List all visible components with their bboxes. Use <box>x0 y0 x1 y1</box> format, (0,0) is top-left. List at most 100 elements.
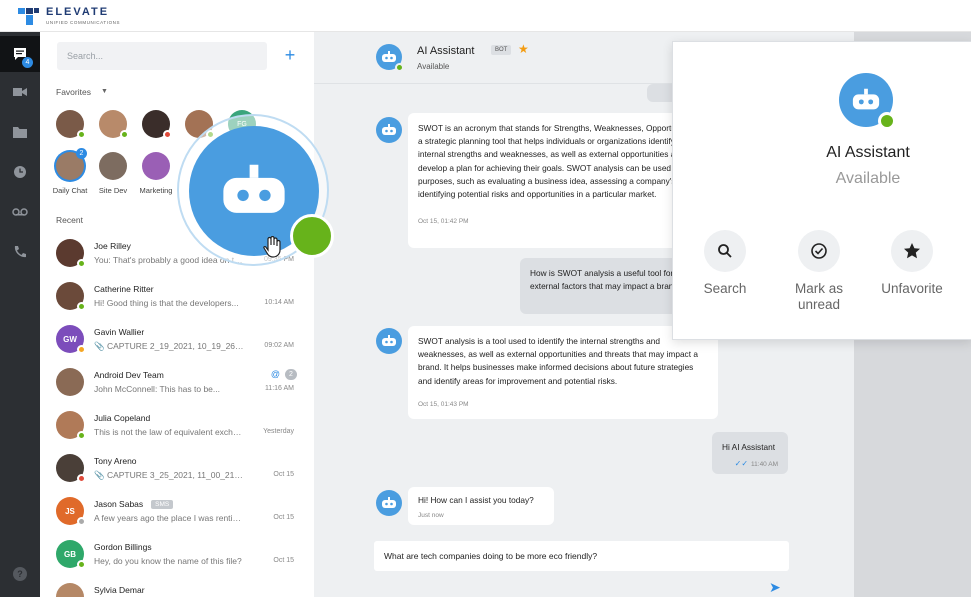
conversation-item[interactable]: JS Jason Sabas SMS A few years ago the pl… <box>40 490 314 533</box>
avatar-initials: GW <box>63 334 77 344</box>
conversation-item[interactable]: Tony Areno 📎 CAPTURE 3_25_2021, 11_00_21… <box>40 447 314 490</box>
status-indicator <box>77 517 86 526</box>
conversation-item[interactable]: Sylvia Demar <box>40 576 314 597</box>
recent-label: Recent <box>56 215 83 225</box>
conversation-preview: 📎 CAPTURE 2_19_2021, 10_19_26.png <box>94 341 244 352</box>
favorites-caret-icon[interactable]: ▼ <box>101 88 108 95</box>
unfavorite-action[interactable]: Unfavorite <box>867 230 957 297</box>
conversation-preview: This is not the law of equivalent exchan… <box>94 427 244 437</box>
send-icon[interactable]: ➤ <box>769 579 781 596</box>
conversation-name: Gavin Wallier <box>94 327 145 337</box>
folder-icon <box>13 127 27 138</box>
conversation-name: Jason Sabas SMS <box>94 499 174 509</box>
action-label: Mark as unread <box>794 281 843 312</box>
message-time: Oct 15, 01:43 PM <box>418 400 469 408</box>
conversation-item[interactable]: Android Dev Team John McConnell: This ha… <box>40 361 314 404</box>
conversation-item[interactable]: GB Gordon Billings Hey, do you know the … <box>40 533 314 576</box>
conversation-item[interactable]: GW Gavin Wallier 📎 CAPTURE 2_19_2021, 10… <box>40 318 314 361</box>
conversation-item[interactable]: Julia Copeland This is not the law of eq… <box>40 404 314 447</box>
avatar-initials: GB <box>64 549 76 559</box>
bot-avatar <box>376 117 402 143</box>
conversation-preview: 📎 CAPTURE 3_25_2021, 11_00_21.png <box>94 470 244 481</box>
card-status: Available <box>835 170 901 187</box>
search-action[interactable]: Search <box>680 230 770 297</box>
conversation-name: Android Dev Team <box>94 370 164 380</box>
brand-subtitle: Unified Communications <box>46 20 121 25</box>
bot-avatar <box>376 328 402 354</box>
status-indicator <box>77 302 86 311</box>
message-time: Just now <box>418 512 444 520</box>
attachment-icon: 📎 <box>94 341 107 351</box>
message-text: Hi AI Assistant <box>722 442 776 452</box>
rail-calls[interactable] <box>0 234 40 270</box>
avatar <box>56 239 86 268</box>
action-label: Unfavorite <box>881 281 943 296</box>
message-text: Hi! How can I assist you today? <box>418 495 534 505</box>
conversation-time: 10:14 AM <box>264 299 294 306</box>
favorite-group-daily-chat[interactable]: 2 <box>56 148 87 180</box>
mark-unread-action[interactable]: Mark as unread <box>774 230 864 313</box>
status-indicator <box>120 130 129 139</box>
avatar <box>56 454 86 483</box>
conversation-preview: A few years ago the place I was renting.… <box>94 513 244 523</box>
status-indicator <box>395 63 404 72</box>
phone-icon <box>14 246 26 258</box>
status-indicator <box>77 431 86 440</box>
avatar: GB <box>56 540 86 569</box>
attachment-name: CAPTURE 2_19_2021, 10_19_26.png <box>106 341 244 351</box>
chat-status: Available <box>417 62 450 71</box>
status-indicator <box>77 345 86 354</box>
message-bubble-outgoing: Hi AI Assistant ✓✓ 11:40 AM <box>712 432 788 474</box>
help-button[interactable]: ? <box>13 567 27 581</box>
conversation-time: Oct 15 <box>273 471 294 478</box>
rail-history[interactable] <box>0 154 40 190</box>
unread-badge: 2 <box>76 148 87 159</box>
status-indicator <box>77 560 86 569</box>
conversation-name: Catherine Ritter <box>94 284 154 294</box>
new-conversation-button[interactable]: + <box>280 46 300 66</box>
favorite-group-site-dev[interactable] <box>99 152 127 180</box>
bot-tag: BOT <box>491 45 512 55</box>
conversation-item[interactable]: Catherine Ritter Hi! Good thing is that … <box>40 275 314 318</box>
conversation-name: Sylvia Demar <box>94 585 145 595</box>
favorite-contact[interactable] <box>142 110 172 139</box>
favorite-group-marketing[interactable] <box>142 152 170 180</box>
star-icon <box>891 230 933 272</box>
message-input[interactable]: What are tech companies doing to be more… <box>374 541 789 571</box>
elevate-logo-icon <box>18 8 39 25</box>
message-text: SWOT analysis is a tool used to identify… <box>418 336 698 386</box>
rail-video[interactable] <box>0 74 40 110</box>
rail-voicemail[interactable] <box>0 194 40 230</box>
favorite-star-icon[interactable]: ★ <box>518 42 529 56</box>
card-name: AI Assistant <box>826 144 910 161</box>
clock-icon <box>14 166 26 178</box>
favorite-contact[interactable] <box>56 110 86 139</box>
brand-name: ELEVATE <box>46 6 110 18</box>
status-indicator <box>878 112 896 130</box>
conversation-preview: Hi! Good thing is that the developers... <box>94 298 239 308</box>
rail-chat[interactable]: 4 <box>0 36 40 72</box>
bot-icon <box>382 497 396 508</box>
rail-files[interactable] <box>0 114 40 150</box>
message-time: 11:40 AM <box>751 461 778 469</box>
contact-card: AI Assistant Available Search Mark as un… <box>672 41 971 340</box>
check-circle-icon <box>798 230 840 272</box>
read-receipt-icon: ✓✓ <box>734 459 749 469</box>
bot-icon <box>382 51 396 62</box>
contact-name: Jason Sabas <box>94 499 144 509</box>
conversation-name: Joe Rilley <box>94 241 131 251</box>
status-indicator <box>290 214 334 258</box>
group-avatar <box>56 368 84 396</box>
sms-tag: SMS <box>151 500 174 509</box>
bot-icon <box>382 335 396 346</box>
bot-icon <box>223 164 285 213</box>
attachment-icon: 📎 <box>94 470 107 480</box>
search-icon <box>704 230 746 272</box>
bot-icon <box>852 88 880 110</box>
message-meta: ✓✓ 11:40 AM <box>722 457 778 471</box>
favorite-contact[interactable] <box>99 110 129 139</box>
search-input[interactable] <box>57 42 267 70</box>
avatar-initials: JS <box>65 506 75 516</box>
chat-avatar[interactable] <box>376 44 404 72</box>
status-indicator <box>77 259 86 268</box>
